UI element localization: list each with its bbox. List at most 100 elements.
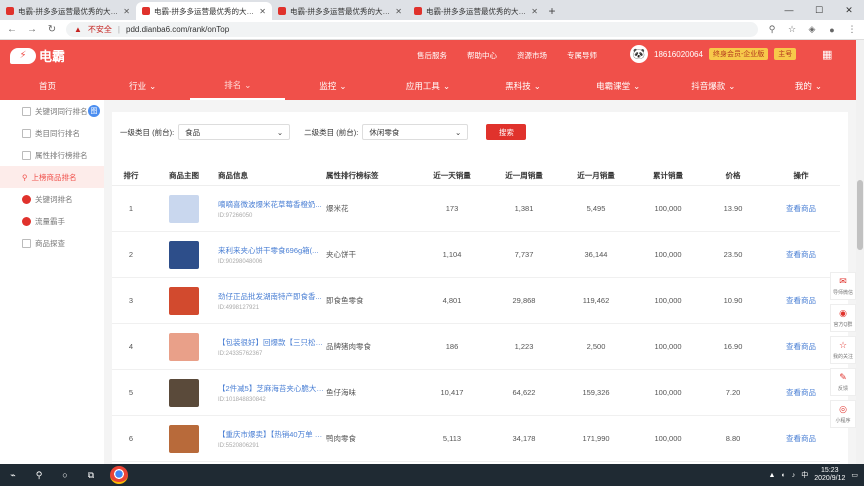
cat2-select[interactable]: 休闲零食 ⌄	[362, 124, 469, 140]
star-bookmark-icon[interactable]: ☆	[786, 24, 798, 35]
sidebar-item-keyword-peer-rank[interactable]: 关键词同行排名图	[0, 100, 104, 122]
sidebar-item-product-probe[interactable]: 商品探查	[0, 232, 104, 254]
product-name-link[interactable]: 【重庆市爆卖】【热销40万单 爆...	[218, 429, 326, 440]
product-thumbnail[interactable]	[169, 332, 199, 361]
view-product-link[interactable]: 查看商品	[762, 341, 840, 352]
clock[interactable]: 15:23 2020/9/12	[814, 467, 845, 483]
close-icon[interactable]: ✕	[395, 7, 402, 16]
product-name-link[interactable]: 来利来夹心饼干零食696g箱(...	[218, 245, 326, 256]
search-button[interactable]: 搜索	[486, 124, 527, 140]
product-thumbnail[interactable]	[169, 378, 199, 407]
nav-black-tech[interactable]: 黑科技 ⌄	[476, 72, 571, 100]
search-icon[interactable]: ⚲	[32, 470, 46, 481]
profile-icon[interactable]: ●	[826, 25, 838, 35]
nav-classroom[interactable]: 电霸课堂 ⌄	[571, 72, 666, 100]
product-name-link[interactable]: 嘀嘀喜微波爆米花草莓香橙奶...	[218, 199, 326, 210]
nav-mine[interactable]: 我的 ⌄	[761, 72, 856, 100]
reload-icon[interactable]: ↻	[46, 24, 58, 35]
my-follow-button[interactable]: ☆ 我的关注	[830, 336, 856, 364]
attribute-tag-cell: 爆米花	[326, 204, 349, 213]
sidebar-item-traffic[interactable]: 流量霸手	[0, 210, 104, 232]
view-product-link[interactable]: 查看商品	[762, 433, 840, 444]
nav-home[interactable]: 首页	[0, 72, 95, 100]
close-icon[interactable]: ✕	[259, 7, 266, 16]
volume-icon[interactable]: ♪	[792, 472, 796, 479]
cortana-icon[interactable]: ○	[58, 470, 72, 480]
user-phone[interactable]: 18616020064	[654, 50, 703, 59]
sidebar-item-top-products[interactable]: ⚲ 上榜商品排名	[0, 166, 104, 188]
link-help-center[interactable]: 帮助中心	[467, 50, 497, 61]
url-field[interactable]: ▲ 不安全 | pdd.dianba6.com/rank/onTop	[66, 22, 758, 37]
total-sales-cell: 100,000	[654, 342, 682, 351]
browser-tab[interactable]: 电霸-拼多多运营最优秀的大数据 ✕	[272, 2, 408, 20]
close-window-icon[interactable]: ✕	[834, 5, 864, 16]
sidebar-item-category-peer-rank[interactable]: 类目同行排名	[0, 122, 104, 144]
week-sales-cell: 1,223	[514, 342, 534, 351]
forward-icon[interactable]: →	[26, 24, 38, 35]
network-icon[interactable]: ◐	[781, 472, 785, 479]
view-product-link[interactable]: 查看商品	[762, 295, 840, 306]
extension-icon[interactable]: ◈	[806, 24, 818, 35]
attribute-tag-cell: 品牌猪肉零食	[326, 342, 371, 351]
view-product-link[interactable]: 查看商品	[762, 387, 840, 398]
attribute-tag-cell: 鱼仔海味	[326, 388, 356, 397]
qq-group-button[interactable]: ◉ 官方Q群	[830, 304, 856, 332]
view-product-link[interactable]: 查看商品	[762, 203, 840, 214]
product-image-cell	[150, 286, 218, 315]
view-product-link[interactable]: 查看商品	[762, 249, 840, 260]
nav-ranking[interactable]: 排名 ⌄	[190, 72, 286, 100]
search-icon: ⚲	[22, 172, 28, 182]
sidebar-item-keyword-rank[interactable]: 关键词排名	[0, 188, 104, 210]
browser-tab[interactable]: 电霸-拼多多运营最优秀的大数据 ✕	[408, 2, 544, 20]
nav-monitor[interactable]: 监控 ⌄	[285, 72, 380, 100]
feedback-button[interactable]: ✎ 反馈	[830, 368, 856, 396]
ranking-table: 排行 商品主图 商品信息 属性排行榜标签 近一天销量 近一周销量 近一月销量 累…	[112, 166, 840, 462]
minimize-icon[interactable]: —	[774, 5, 804, 15]
close-icon[interactable]: ✕	[531, 7, 538, 16]
task-view-icon[interactable]: ⧉	[84, 470, 98, 481]
key-icon[interactable]: ⚲	[766, 24, 778, 35]
browser-tab[interactable]: 电霸-拼多多运营最优秀的大数据 ✕	[0, 2, 136, 20]
browser-tab-active[interactable]: 电霸-拼多多运营最优秀的大数据 ✕	[136, 2, 272, 20]
link-mentor[interactable]: 专属导师	[567, 50, 597, 61]
close-icon[interactable]: ✕	[123, 7, 130, 16]
product-image-cell	[150, 332, 218, 361]
product-thumbnail[interactable]	[169, 194, 199, 223]
maximize-icon[interactable]: ☐	[804, 5, 834, 16]
sidebar-badge[interactable]: 图	[88, 105, 100, 117]
link-resource-market[interactable]: 资源市场	[517, 50, 547, 61]
nav-tools[interactable]: 应用工具 ⌄	[380, 72, 475, 100]
chevron-down-icon: ⌄	[633, 80, 641, 91]
table-row: 1 嘀嘀喜微波爆米花草莓香橙奶... ID:97266050 爆米花 173 1,381 5…	[112, 186, 840, 232]
menu-icon[interactable]: ⋮	[846, 24, 858, 35]
notification-icon[interactable]: ▭	[851, 471, 858, 479]
logo[interactable]: ⚡ 电霸	[10, 46, 65, 65]
mentor-wechat-button[interactable]: ✉ 导师微信	[830, 272, 856, 300]
grid-menu-icon[interactable]: ▦	[822, 48, 832, 61]
sidebar-item-attribute-rank[interactable]: 属性排行榜排名	[0, 144, 104, 166]
product-thumbnail[interactable]	[169, 424, 199, 453]
mini-program-button[interactable]: ◎ 小程序	[830, 400, 856, 428]
day-sales-cell: 5,113	[442, 434, 462, 443]
ime-indicator[interactable]: 中	[801, 470, 808, 480]
product-thumbnail[interactable]	[169, 240, 199, 269]
month-sales-cell: 171,990	[582, 434, 610, 443]
cat1-select[interactable]: 食品 ⌄	[178, 124, 291, 140]
new-tab-button[interactable]: +	[544, 2, 560, 20]
product-thumbnail[interactable]	[169, 286, 199, 315]
nav-industry[interactable]: 行业 ⌄	[95, 72, 190, 100]
table-header: 排行 商品主图 商品信息 属性排行榜标签 近一天销量 近一周销量 近一月销量 累…	[112, 166, 840, 186]
avatar[interactable]: 🐼	[630, 45, 648, 63]
link-after-sales[interactable]: 售后服务	[417, 50, 447, 61]
product-name-link[interactable]: 劲仔正品批发湖南特产即食香...	[218, 291, 326, 302]
product-name-link[interactable]: 【包装很好】回爆款【三只松鼠...	[218, 337, 326, 348]
back-icon[interactable]: ←	[6, 24, 18, 35]
star-icon: ☆	[838, 340, 848, 350]
chrome-icon[interactable]	[110, 466, 128, 484]
start-icon[interactable]: ⌁	[6, 470, 20, 481]
tray-icon[interactable]: ▲	[769, 472, 776, 479]
page-scrollbar[interactable]	[856, 40, 864, 464]
scrollbar-thumb[interactable]	[857, 180, 863, 250]
product-name-link[interactable]: 【2件减5】芝麻海苔夹心脆大片...	[218, 383, 326, 394]
nav-douyin[interactable]: 抖音爆款 ⌄	[666, 72, 761, 100]
